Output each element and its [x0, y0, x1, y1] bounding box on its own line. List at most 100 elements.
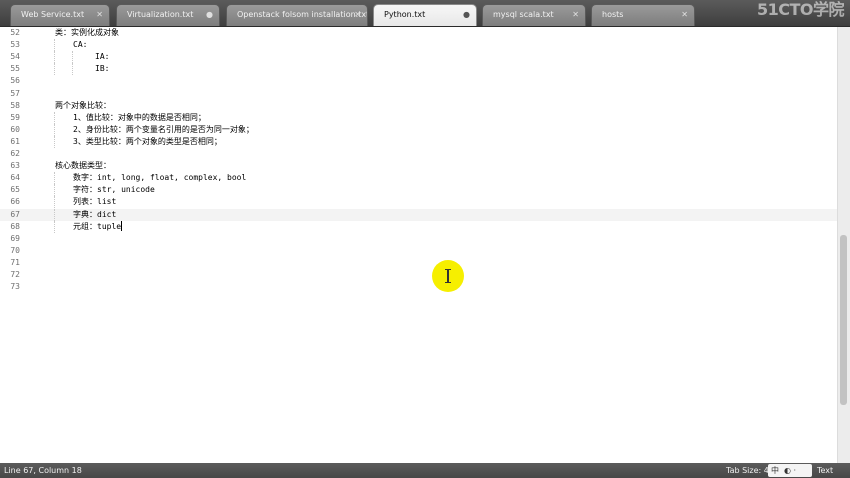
- line-number: 63: [10, 161, 20, 171]
- close-tab-icon[interactable]: ✕: [572, 5, 579, 25]
- line-number: 58: [10, 100, 20, 110]
- line-text: 两个对象比较：: [55, 100, 111, 110]
- tab-python-txt[interactable]: Python.txt ●: [373, 4, 477, 26]
- tab-label: hosts: [602, 10, 624, 19]
- indent-guide: [54, 63, 55, 76]
- code-line[interactable]: 73: [0, 281, 838, 293]
- vertical-scrollbar[interactable]: [837, 27, 850, 463]
- scrollbar-thumb[interactable]: [840, 235, 847, 405]
- mouse-highlight-cursor-icon: [432, 260, 464, 292]
- line-number: 55: [10, 64, 20, 74]
- tab-virtualization-txt[interactable]: Virtualization.txt ●: [116, 4, 220, 26]
- code-line[interactable]: 72: [0, 269, 838, 281]
- line-number: 53: [10, 40, 20, 50]
- line-text: 3、类型比较：两个对象的类型是否相同；: [73, 136, 222, 146]
- code-line[interactable]: 65 字符：str, unicode: [0, 184, 838, 197]
- indent-guide: [54, 184, 55, 197]
- indent-guide: [72, 63, 73, 76]
- ime-mode-icon: ◐ ·: [784, 466, 797, 475]
- code-line[interactable]: 64 数字：int, long, float, complex, bool: [0, 172, 838, 185]
- line-number: 64: [10, 173, 20, 183]
- tab-label: mysql scala.txt: [493, 10, 554, 19]
- line-number: 66: [10, 197, 20, 207]
- tab-openstack-folsom-installation-txt[interactable]: Openstack folsom installation.txt ✕: [226, 4, 368, 26]
- indent-guide: [54, 51, 55, 64]
- tab-size-selector[interactable]: Tab Size: 4: [726, 463, 769, 478]
- line-number: 72: [10, 270, 20, 279]
- line-text: 1、值比较：对象中的数据是否相同；: [73, 112, 206, 122]
- indent-guide: [54, 208, 55, 221]
- code-line[interactable]: 66 列表：list: [0, 196, 838, 209]
- unsaved-dot-icon[interactable]: ●: [463, 5, 470, 25]
- close-tab-icon[interactable]: ✕: [681, 5, 688, 25]
- line-number: 59: [10, 112, 20, 122]
- editor-area[interactable]: 52 类：实例化成对象 53 CA: 54 IA: 55 IB: 56 57 58 两个对象比较： 59…: [0, 27, 838, 463]
- ime-language-label: 中: [771, 466, 779, 475]
- code-line[interactable]: 67 字典：dict: [0, 208, 838, 221]
- tab-label: Python.txt: [384, 10, 426, 19]
- line-number: 52: [10, 28, 20, 37]
- tab-label: Web Service.txt: [21, 10, 85, 19]
- line-number: 61: [10, 136, 20, 146]
- indent-guide: [54, 172, 55, 185]
- line-number: 68: [10, 221, 20, 231]
- line-number: 65: [10, 185, 20, 195]
- watermark-logo: 51CTO学院: [756, 0, 845, 19]
- close-tab-icon[interactable]: ✕: [96, 5, 103, 25]
- line-text: 字典：dict: [73, 209, 117, 219]
- line-number: 60: [10, 124, 20, 134]
- code-line[interactable]: 60 2、身份比较：两个变量名引用的是否为同一对象；: [0, 123, 838, 136]
- code-line[interactable]: 61 3、类型比较：两个对象的类型是否相同；: [0, 135, 838, 148]
- tab-label: Openstack folsom installation.txt: [237, 10, 368, 19]
- code-line[interactable]: 71: [0, 257, 838, 269]
- line-text: 类：实例化成对象: [55, 28, 119, 37]
- code-line[interactable]: 62: [0, 148, 838, 160]
- line-text: 列表：list: [73, 197, 117, 207]
- code-line[interactable]: 52 类：实例化成对象: [0, 27, 838, 39]
- indent-guide: [54, 123, 55, 136]
- unsaved-dot-icon[interactable]: ●: [206, 5, 213, 25]
- syntax-selector[interactable]: Text: [817, 463, 833, 478]
- cursor-position: Line 67, Column 18: [4, 466, 82, 475]
- tab-hosts[interactable]: hosts ✕: [591, 4, 695, 26]
- code-line[interactable]: 57: [0, 88, 838, 100]
- indent-guide: [54, 111, 55, 124]
- indent-guide: [72, 51, 73, 64]
- code-line[interactable]: 69: [0, 233, 838, 245]
- tab-mysql-scala-txt[interactable]: mysql scala.txt ✕: [482, 4, 586, 26]
- line-text: 数字：int, long, float, complex, bool: [73, 173, 247, 183]
- code-line[interactable]: 53 CA:: [0, 39, 838, 52]
- line-number: 71: [10, 257, 20, 267]
- line-number: 62: [10, 149, 20, 158]
- ime-indicator[interactable]: 中 ◐ ·: [768, 464, 812, 477]
- indent-guide: [54, 196, 55, 209]
- line-text: 核心数据类型：: [55, 161, 111, 171]
- line-text: 元组：tuple: [73, 221, 123, 232]
- text-cursor-icon: [445, 269, 451, 283]
- tab-label: Virtualization.txt: [127, 10, 194, 19]
- line-text: 字符：str, unicode: [73, 185, 155, 195]
- line-number: 57: [10, 88, 20, 98]
- line-text: IB:: [95, 64, 110, 74]
- code-line[interactable]: 54 IA:: [0, 51, 838, 64]
- line-number: 54: [10, 52, 20, 62]
- code-line[interactable]: 59 1、值比较：对象中的数据是否相同；: [0, 111, 838, 124]
- code-line[interactable]: 68 元组：tuple: [0, 220, 838, 233]
- close-tab-icon[interactable]: ✕: [354, 5, 361, 25]
- line-number: 73: [10, 282, 20, 292]
- indent-guide: [54, 39, 55, 52]
- line-text: CA:: [73, 40, 88, 50]
- code-line[interactable]: 56: [0, 75, 838, 87]
- status-bar: Line 67, Column 18 Tab Size: 4 中 ◐ · Tex…: [0, 463, 850, 478]
- tab-web-service-txt[interactable]: Web Service.txt ✕: [10, 4, 110, 26]
- code-line[interactable]: 55 IB:: [0, 63, 838, 76]
- line-text: IA:: [95, 52, 110, 62]
- indent-guide: [54, 220, 55, 233]
- code-line[interactable]: 63 核心数据类型：: [0, 160, 838, 172]
- line-number: 70: [10, 245, 20, 255]
- code-line[interactable]: 58 两个对象比较：: [0, 100, 838, 112]
- text-caret: [121, 221, 123, 232]
- code-line[interactable]: 70: [0, 245, 838, 257]
- line-number: 56: [10, 76, 20, 86]
- line-text: 2、身份比较：两个变量名引用的是否为同一对象；: [73, 124, 254, 134]
